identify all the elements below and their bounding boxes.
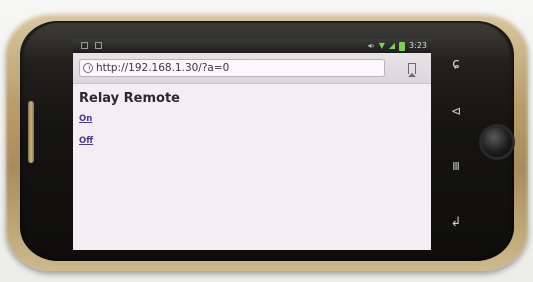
volume-button[interactable] xyxy=(28,101,34,163)
status-time: 3:23 xyxy=(409,41,427,50)
relay-on-link[interactable]: On xyxy=(79,114,419,124)
phone-screen: ◂› ▼ ◢ 3:23 http://192.168.1.30/?a=0 Rel… xyxy=(73,39,431,250)
browser-toolbar: http://192.168.1.30/?a=0 xyxy=(73,53,431,84)
back-icon[interactable]: ⊲ xyxy=(446,104,466,118)
signal-icon: ◢ xyxy=(388,41,396,50)
battery-icon xyxy=(399,41,406,51)
url-text: http://192.168.1.30/?a=0 xyxy=(96,62,230,74)
trackball[interactable] xyxy=(482,127,512,157)
page-content: Relay Remote On Off xyxy=(79,91,419,158)
wifi-icon: ▼ xyxy=(378,41,385,50)
bookmark-button[interactable] xyxy=(405,60,419,77)
notification-icon xyxy=(95,42,102,49)
search-icon[interactable]: ɕ xyxy=(446,56,466,72)
page-title: Relay Remote xyxy=(79,91,180,106)
status-icons: ◂› ▼ ◢ 3:23 xyxy=(367,40,427,52)
globe-icon xyxy=(83,63,93,73)
notification-icon xyxy=(81,42,88,49)
relay-off-link[interactable]: Off xyxy=(79,136,419,146)
photo-scene: ◂› ▼ ◢ 3:23 http://192.168.1.30/?a=0 Rel… xyxy=(0,0,533,282)
menu-icon[interactable]: Ⅲ xyxy=(446,160,466,173)
speaker-icon: ◂› xyxy=(367,41,375,50)
url-field[interactable]: http://192.168.1.30/?a=0 xyxy=(79,59,385,77)
status-bar: ◂› ▼ ◢ 3:23 xyxy=(73,39,431,53)
home-icon[interactable]: ↲ xyxy=(446,215,466,230)
bookmark-icon xyxy=(407,62,416,77)
